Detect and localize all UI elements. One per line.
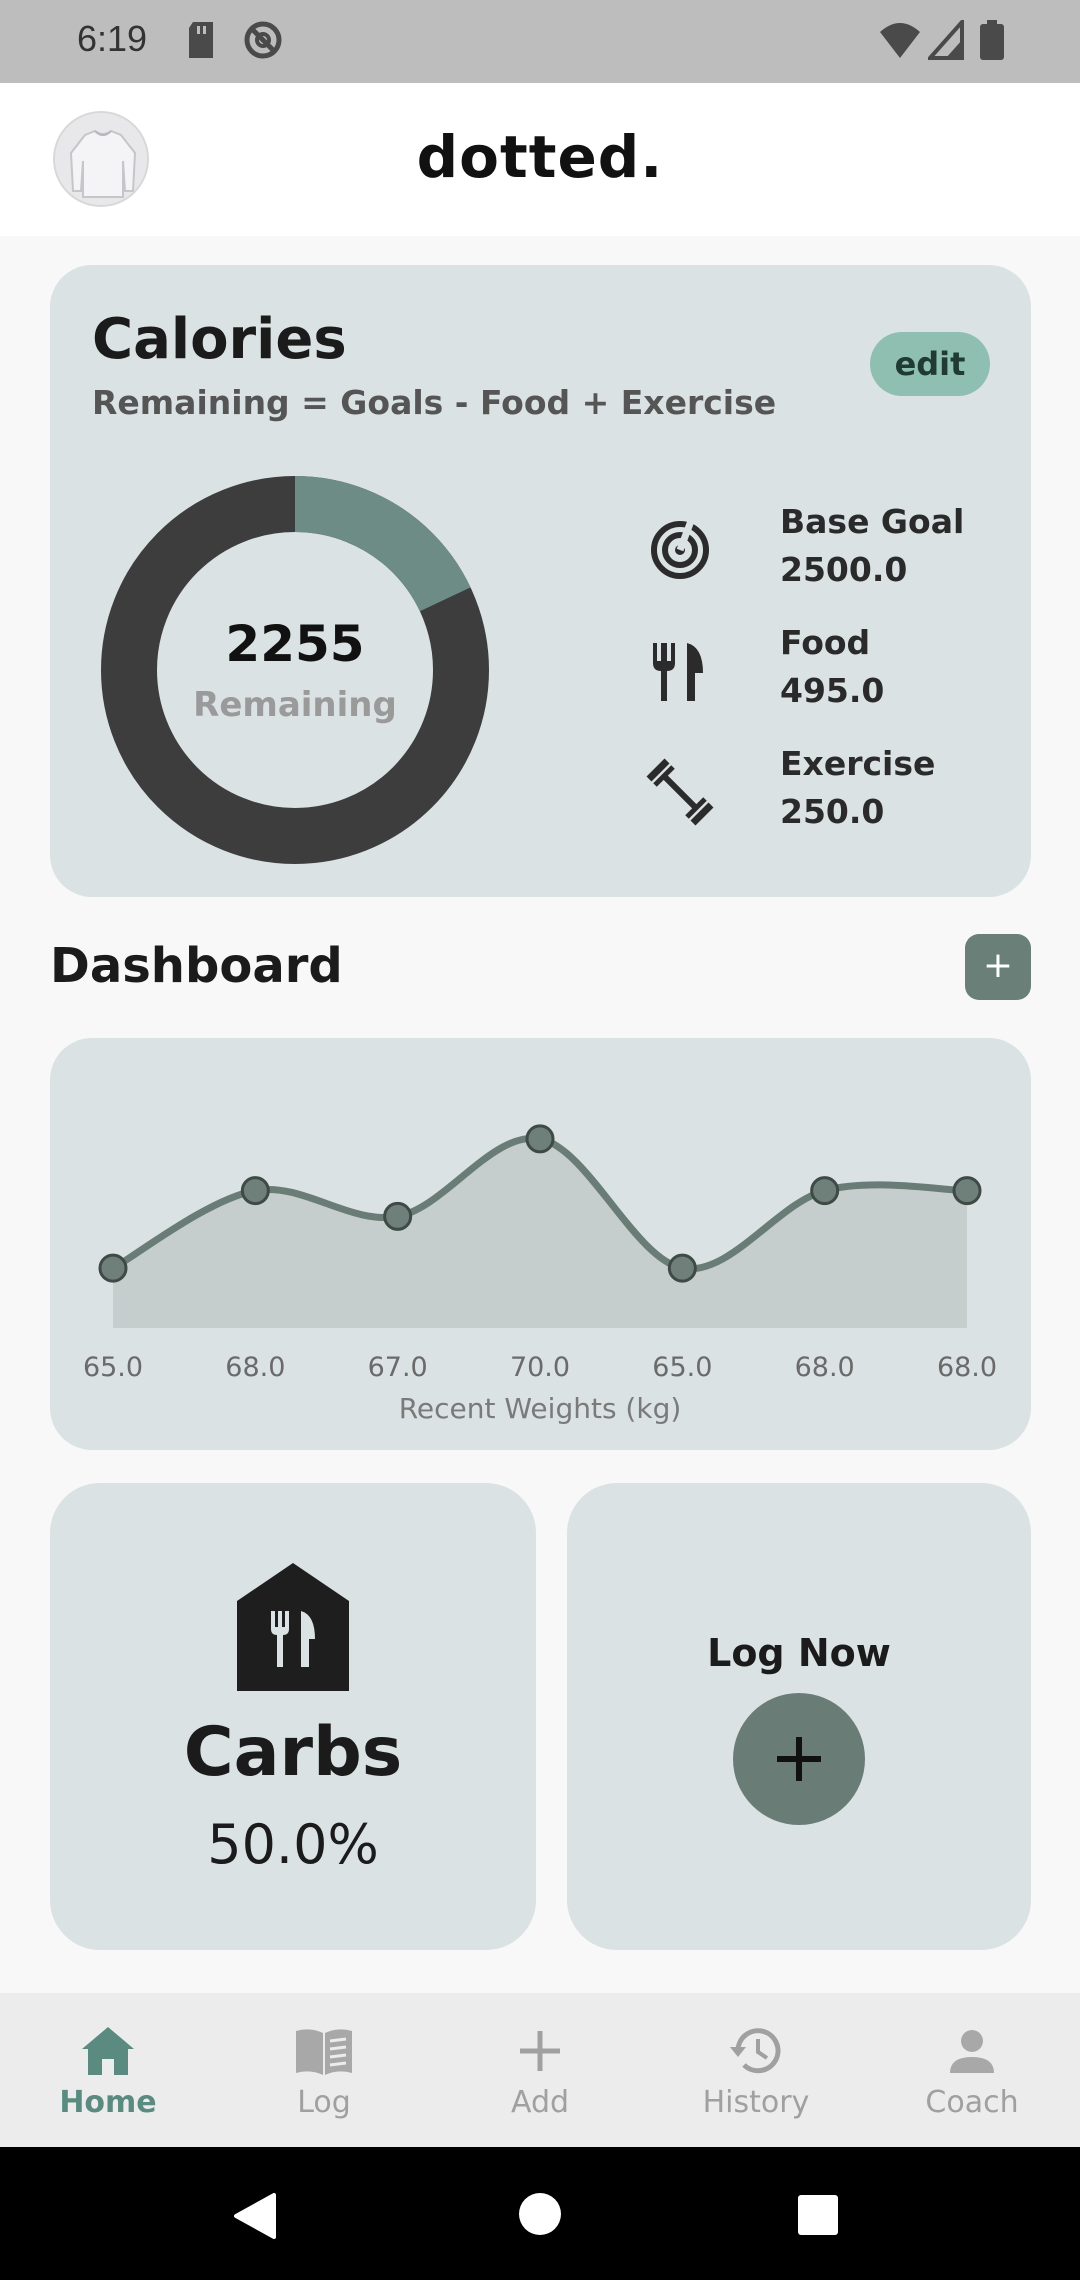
- weights-chart: 65.0 68.0 67.0 70.0 65.0 68.0 68.0 Recent Weig…: [83, 1124, 997, 1425]
- remaining-label: Remaining: [193, 685, 397, 725]
- nav-item-coach[interactable]: Coach: [864, 1993, 1080, 2147]
- fork-knife-icon: [653, 643, 703, 701]
- plus-icon: [777, 1737, 821, 1781]
- remaining-value: 2255: [225, 615, 365, 673]
- signal-icon: [928, 20, 964, 60]
- stat-value-base-goal: 2500.0: [780, 550, 908, 589]
- system-nav-bar: [0, 2147, 1080, 2280]
- nav-item-home[interactable]: Home: [0, 1993, 216, 2147]
- nav-label-history: History: [702, 2085, 810, 2120]
- plus-icon: [520, 2031, 560, 2071]
- dashboard-title: Dashboard: [50, 938, 343, 994]
- carbs-value: 50.0%: [207, 1813, 379, 1876]
- chart-x-axis-label: Recent Weights (kg): [399, 1392, 682, 1425]
- log-now-button[interactable]: [733, 1693, 865, 1825]
- target-icon: [651, 519, 709, 579]
- carbs-card[interactable]: Carbs 50.0%: [50, 1483, 536, 1950]
- status-bar: 6:19: [0, 0, 1080, 83]
- weights-chart-card: 65.0 68.0 67.0 70.0 65.0 68.0 68.0 Recent Weig…: [50, 1038, 1031, 1450]
- ring-consumed: [294, 476, 471, 612]
- home-circle-icon[interactable]: [518, 2192, 562, 2236]
- person-icon: [950, 2030, 994, 2073]
- no-disturb-icon: [244, 21, 282, 59]
- calories-card: Calories Remaining = Goals - Food + Exer…: [50, 265, 1031, 897]
- chart-tick-label: 65.0: [83, 1352, 143, 1383]
- meal-house-icon: [237, 1563, 349, 1691]
- chart-point: [525, 1124, 555, 1154]
- nav-item-add[interactable]: Add: [432, 1993, 648, 2147]
- app-title: dotted.: [416, 123, 664, 191]
- nav-item-log[interactable]: Log: [216, 1993, 432, 2147]
- chart-tick-label: 70.0: [510, 1352, 570, 1383]
- chart-tick-label: 67.0: [368, 1352, 428, 1383]
- wifi-icon: [880, 23, 920, 58]
- dumbbell-icon: [646, 758, 714, 826]
- sd-card-icon: [189, 22, 213, 58]
- chart-point: [383, 1201, 413, 1231]
- back-icon[interactable]: [232, 2191, 278, 2241]
- stat-value-food: 495.0: [780, 671, 885, 710]
- bottom-nav: Home Log Add History Coach: [0, 1993, 1080, 2147]
- chart-point: [667, 1253, 697, 1283]
- log-now-card: Log Now: [567, 1483, 1031, 1950]
- app-header: dotted.: [0, 83, 1080, 236]
- recents-icon[interactable]: [797, 2194, 839, 2236]
- chart-point: [952, 1176, 982, 1206]
- calories-title: Calories: [92, 307, 347, 372]
- chart-area: [113, 1138, 967, 1328]
- nav-label-coach: Coach: [925, 2085, 1019, 2120]
- log-now-label: Log Now: [707, 1631, 891, 1675]
- stat-value-exercise: 250.0: [780, 792, 885, 831]
- home-icon: [82, 2027, 134, 2075]
- chart-tick-label: 68.0: [795, 1352, 855, 1383]
- calories-formula: Remaining = Goals - Food + Exercise: [92, 383, 777, 422]
- chart-tick-label: 68.0: [937, 1352, 997, 1383]
- carbs-label: Carbs: [183, 1713, 403, 1792]
- battery-icon: [980, 20, 1004, 60]
- nav-label-log: Log: [297, 2085, 351, 2120]
- chart-point: [810, 1176, 840, 1206]
- book-icon: [296, 2029, 352, 2075]
- stat-label-food: Food: [780, 623, 871, 662]
- chart-point: [98, 1253, 128, 1283]
- stat-label-base-goal: Base Goal: [780, 502, 965, 541]
- chart-point: [240, 1176, 270, 1206]
- status-time: 6:19: [77, 18, 148, 59]
- chart-tick-label: 68.0: [225, 1352, 285, 1383]
- chart-tick-label: 65.0: [652, 1352, 712, 1383]
- edit-button[interactable]: edit: [870, 332, 990, 396]
- nav-label-add: Add: [510, 2085, 570, 2120]
- dashboard-add-button[interactable]: +: [965, 934, 1031, 1000]
- history-icon: [730, 2028, 781, 2074]
- stat-label-exercise: Exercise: [780, 744, 936, 783]
- nav-item-history[interactable]: History: [648, 1993, 864, 2147]
- nav-label-home: Home: [59, 2085, 157, 2120]
